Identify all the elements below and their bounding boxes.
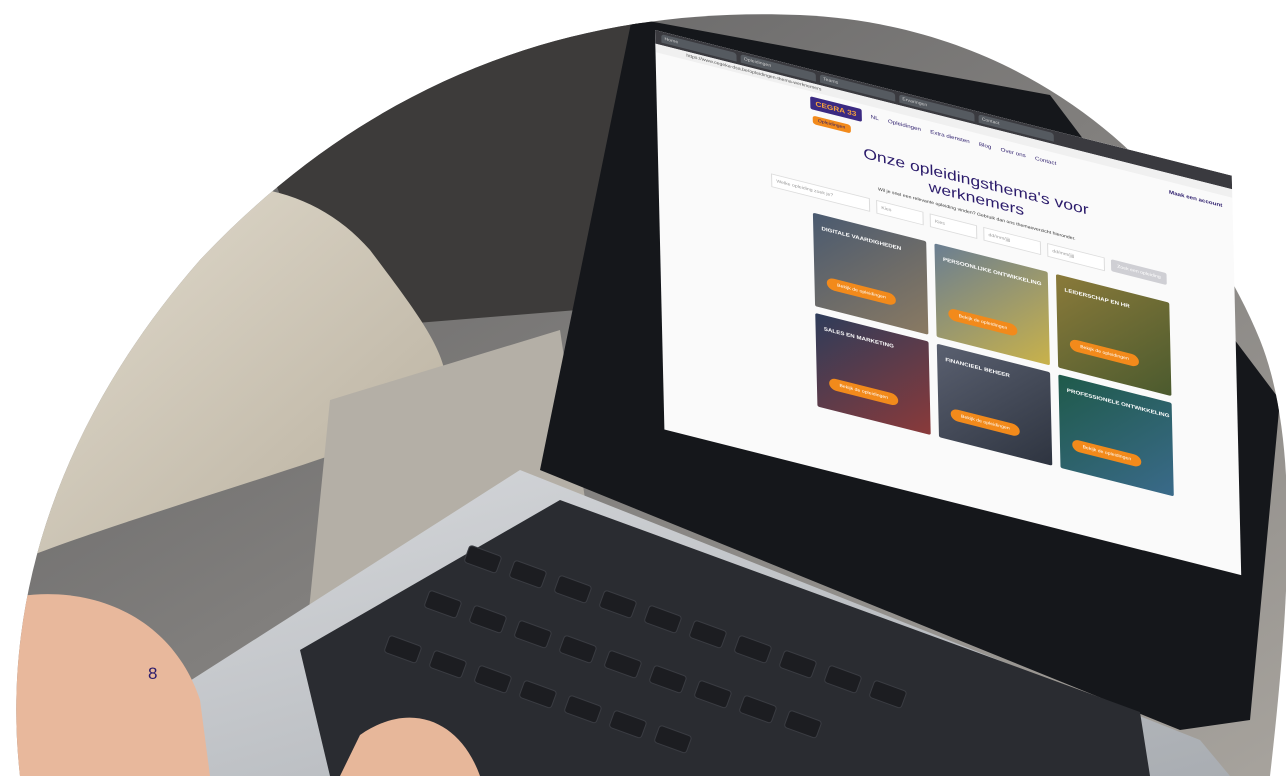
card-title: Leiderschap en HR xyxy=(1064,287,1130,310)
card-title: Sales en marketing xyxy=(823,326,894,350)
search-button[interactable]: Zoek een opleiding xyxy=(1110,259,1168,286)
nav-item-extra-diensten[interactable]: Extra diensten xyxy=(930,130,970,145)
photo-background: Home Opleidingen Teams Ervaringen Contac… xyxy=(0,0,1286,776)
nav-item-contact[interactable]: Contact xyxy=(1035,156,1056,166)
card-title: Digitale vaardigheden xyxy=(821,226,902,252)
search-input[interactable]: Welke opleiding zoek je? xyxy=(771,173,871,212)
nav-item-blog[interactable]: Blog xyxy=(979,142,991,150)
nav-item-over-ons[interactable]: Over ons xyxy=(1001,148,1026,159)
account-link[interactable]: Maak een account xyxy=(1169,190,1222,209)
page-number: 8 xyxy=(148,664,158,683)
filter-select[interactable]: Kies xyxy=(876,199,924,226)
card-button[interactable]: Bekijk de opleidingen xyxy=(829,377,899,407)
card-title: Financieel beheer xyxy=(945,357,1010,379)
filter-select[interactable]: Kies xyxy=(929,213,978,239)
nav-item-opleidingen[interactable]: Opleidingen xyxy=(888,119,921,132)
card-title: Persoonlijke ontwikkeling xyxy=(942,257,1042,288)
theme-card[interactable]: Financieel beheer Bekijk de opleidingen xyxy=(936,343,1053,466)
theme-card[interactable]: Professionele ontwikkeling Bekijk de opl… xyxy=(1058,374,1174,497)
logo-suffix: 33 xyxy=(847,107,857,118)
card-button[interactable]: Bekijk de opleidingen xyxy=(1069,338,1140,368)
language-selector[interactable]: NL xyxy=(871,115,879,122)
card-button[interactable]: Bekijk de opleidingen xyxy=(950,407,1021,438)
card-title: Professionele ontwikkeling xyxy=(1066,388,1170,420)
card-button[interactable]: Bekijk de opleidingen xyxy=(826,276,897,307)
card-button[interactable]: Bekijk de opleidingen xyxy=(948,307,1018,338)
card-button[interactable]: Bekijk de opleidingen xyxy=(1072,438,1142,469)
theme-card[interactable]: Sales en marketing Bekijk de opleidingen xyxy=(815,312,931,436)
